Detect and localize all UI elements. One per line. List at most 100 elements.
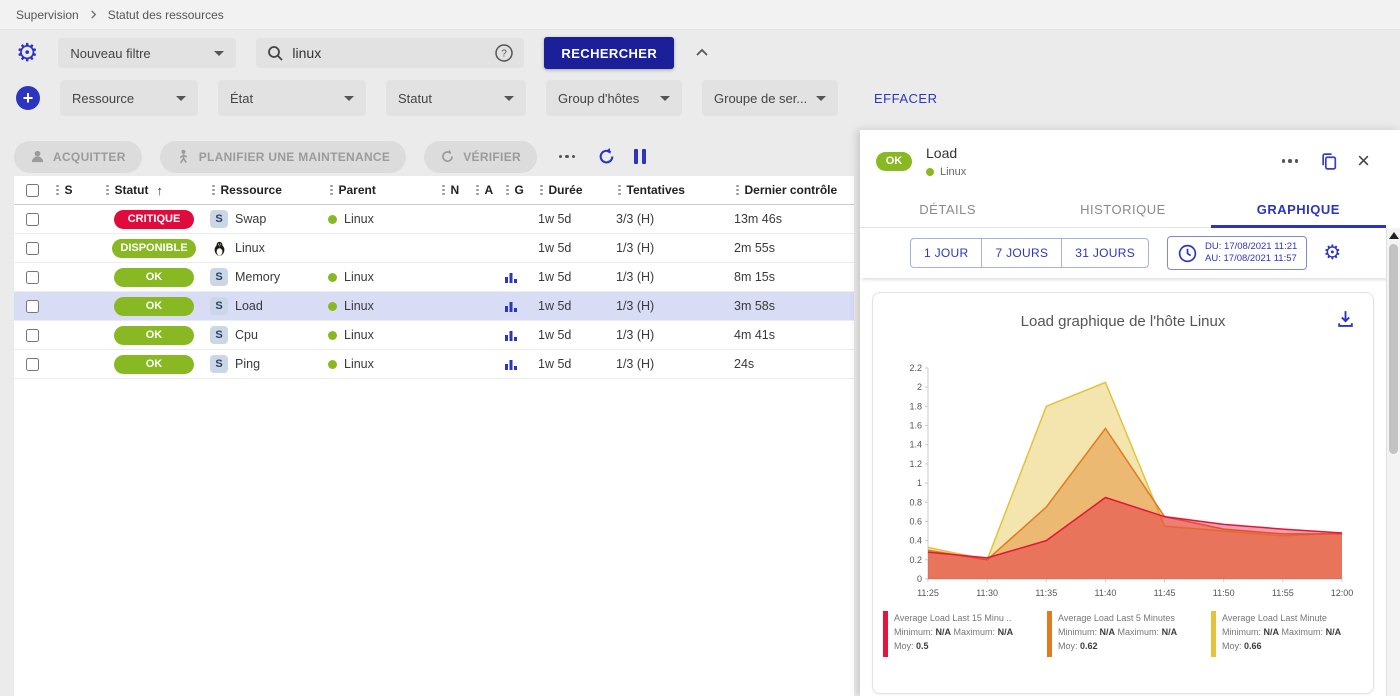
header-notification[interactable]: N xyxy=(440,183,474,198)
custom-period-picker[interactable]: DU: 17/08/2021 11:21 AU: 17/08/2021 11:5… xyxy=(1167,236,1307,270)
table-row[interactable]: OK S Ping Linux xyxy=(14,350,854,379)
more-actions-icon[interactable] xyxy=(555,151,580,163)
resource-cell[interactable]: S Memory xyxy=(210,268,328,286)
graph-icon[interactable] xyxy=(504,357,518,371)
panel-tab[interactable]: GRAPHIQUE xyxy=(1211,192,1386,227)
header-severity[interactable]: S xyxy=(54,183,98,198)
table-row[interactable]: OK S Memory Linux xyxy=(14,263,854,292)
resource-cell[interactable]: S Swap xyxy=(210,210,328,228)
filter-settings-gear-icon[interactable]: ⚙ xyxy=(16,41,38,66)
breadcrumb-item-resources-status[interactable]: Statut des ressources xyxy=(108,8,224,22)
graph-cell[interactable] xyxy=(504,241,538,255)
header-parent[interactable]: Parent xyxy=(328,183,440,198)
resource-cell[interactable]: S Cpu xyxy=(210,326,328,344)
graph-cell[interactable] xyxy=(504,357,538,371)
column-drag-icon[interactable] xyxy=(538,183,545,198)
criteria-select[interactable]: Ressource xyxy=(60,80,198,116)
chevron-down-icon xyxy=(214,51,224,56)
graph-cell[interactable] xyxy=(504,270,538,284)
breadcrumb-item-supervision[interactable]: Supervision xyxy=(16,8,79,22)
saved-filter-select[interactable]: Nouveau filtre xyxy=(58,38,236,68)
criteria-select[interactable]: Group d'hôtes xyxy=(546,80,682,116)
row-checkbox[interactable] xyxy=(26,213,39,226)
graph-icon[interactable] xyxy=(504,270,518,284)
pause-refresh-icon[interactable] xyxy=(634,149,646,164)
range-button[interactable]: 1 JOUR xyxy=(910,238,982,268)
row-checkbox[interactable] xyxy=(26,300,39,313)
downtime-button[interactable]: PLANIFIER UNE MAINTENANCE xyxy=(160,141,407,173)
criteria-select[interactable]: Statut xyxy=(386,80,526,116)
resource-type-icon: S xyxy=(210,268,228,286)
search-button[interactable]: RECHERCHER xyxy=(544,37,674,69)
search-help-icon[interactable]: ? xyxy=(494,43,514,63)
graph-cell[interactable] xyxy=(504,328,538,342)
panel-tab[interactable]: DÉTAILS xyxy=(860,192,1035,227)
collapse-filters-chevron-up-icon[interactable] xyxy=(694,45,710,61)
table-row[interactable]: OK S Load Linux xyxy=(14,292,854,321)
column-drag-icon[interactable] xyxy=(440,183,447,198)
chevron-down-icon xyxy=(504,96,514,101)
scrollbar-thumb[interactable] xyxy=(1389,244,1398,454)
refresh-icon[interactable] xyxy=(597,147,616,166)
column-drag-icon[interactable] xyxy=(104,183,111,198)
export-download-icon[interactable] xyxy=(1336,309,1355,328)
close-panel-icon[interactable]: × xyxy=(1357,150,1370,172)
range-button[interactable]: 7 JOURS xyxy=(981,238,1062,268)
header-status-label: Statut xyxy=(115,183,149,197)
column-drag-icon[interactable] xyxy=(504,183,511,198)
criteria-select[interactable]: Groupe de ser... xyxy=(702,80,838,116)
copy-link-icon[interactable] xyxy=(1320,152,1339,171)
select-all-checkbox[interactable] xyxy=(26,184,39,197)
header-ack[interactable]: A xyxy=(474,183,504,198)
svg-text:11:35: 11:35 xyxy=(1035,588,1057,598)
table-row[interactable]: DISPONIBLE Linux xyxy=(14,234,854,263)
clear-filters-button[interactable]: EFFACER xyxy=(874,91,937,106)
row-checkbox[interactable] xyxy=(26,271,39,284)
table-row[interactable]: OK S Cpu Linux xyxy=(14,321,854,350)
column-drag-icon[interactable] xyxy=(474,183,481,198)
column-drag-icon[interactable] xyxy=(616,183,623,198)
legend-item[interactable]: Average Load Last 15 Minu .. Minimum: N/… xyxy=(883,611,1037,657)
header-status[interactable]: Statut ↑ xyxy=(98,183,210,198)
graph-cell[interactable] xyxy=(504,299,538,313)
search-input[interactable] xyxy=(292,45,486,61)
column-drag-icon[interactable] xyxy=(54,183,61,198)
legend-item[interactable]: Average Load Last 5 Minutes Minimum: N/A… xyxy=(1047,611,1201,657)
resource-cell[interactable]: Linux xyxy=(210,239,328,257)
range-button[interactable]: 31 JOURS xyxy=(1061,238,1149,268)
add-criteria-button[interactable]: + xyxy=(16,86,40,110)
header-resource[interactable]: Ressource xyxy=(210,183,328,198)
scrollbar-up-arrow-icon[interactable] xyxy=(1389,232,1399,239)
graph-icon[interactable] xyxy=(504,299,518,313)
header-duration[interactable]: Durée xyxy=(538,183,616,198)
column-drag-icon[interactable] xyxy=(210,183,217,198)
check-button[interactable]: VÉRIFIER xyxy=(424,141,537,173)
header-tries[interactable]: Tentatives xyxy=(616,183,734,198)
sort-asc-icon[interactable]: ↑ xyxy=(157,183,164,198)
panel-scrollbar[interactable] xyxy=(1386,228,1400,696)
resource-cell[interactable]: S Load xyxy=(210,297,328,315)
load-area-chart[interactable]: 00.20.40.60.811.21.41.61.822.211:2511:30… xyxy=(888,358,1358,603)
column-drag-icon[interactable] xyxy=(734,183,741,198)
header-last-check[interactable]: Dernier contrôle xyxy=(734,183,854,198)
table-row[interactable]: CRITIQUE S Swap Linux xyxy=(14,205,854,234)
status-cell: OK xyxy=(98,355,210,374)
row-checkbox[interactable] xyxy=(26,242,39,255)
graph-cell[interactable] xyxy=(504,212,538,226)
acknowledge-button[interactable]: ACQUITTER xyxy=(14,141,142,173)
legend-item[interactable]: Average Load Last Minute Minimum: N/A Ma… xyxy=(1211,611,1365,657)
service-letter: S xyxy=(215,300,222,312)
graph-icon[interactable] xyxy=(504,328,518,342)
header-graph[interactable]: G xyxy=(504,183,538,198)
graph-settings-gear-icon[interactable]: ⚙ xyxy=(1323,243,1341,263)
row-checkbox[interactable] xyxy=(26,329,39,342)
parent-name: Linux xyxy=(344,357,374,371)
resource-cell[interactable]: S Ping xyxy=(210,355,328,373)
panel-tab[interactable]: HISTORIQUE xyxy=(1035,192,1210,227)
panel-more-icon[interactable] xyxy=(1278,155,1303,167)
criteria-select[interactable]: État xyxy=(218,80,366,116)
parent-cell: Linux xyxy=(328,357,440,371)
row-checkbox[interactable] xyxy=(26,358,39,371)
resource-type-icon: S xyxy=(210,355,228,373)
column-drag-icon[interactable] xyxy=(328,183,335,198)
